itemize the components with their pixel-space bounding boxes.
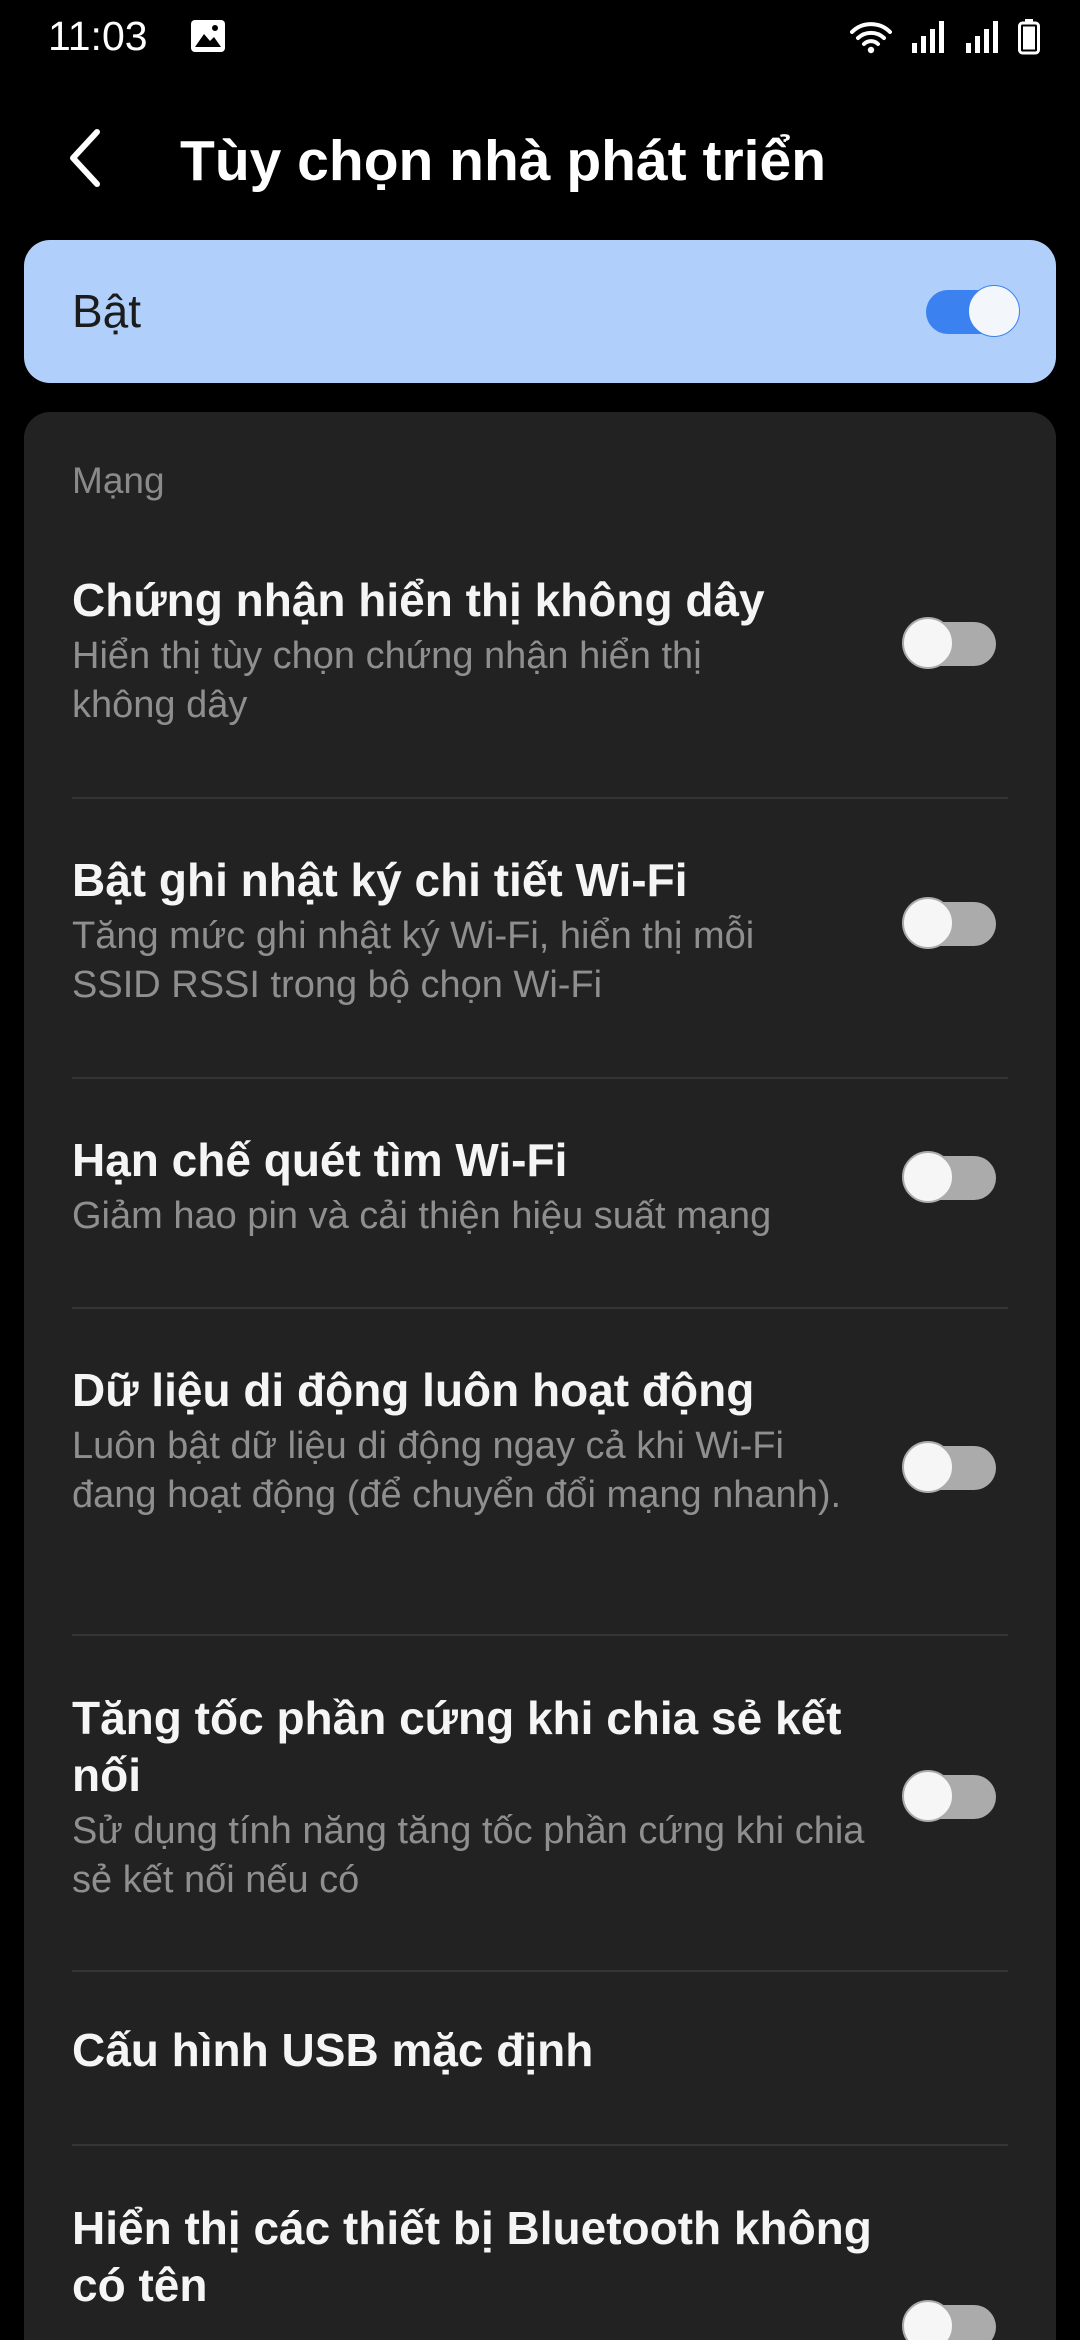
list-item[interactable]: Bật ghi nhật ký chi tiết Wi-Fi Tăng mức …: [24, 852, 1056, 1072]
master-switch-row[interactable]: Bật: [24, 240, 1056, 383]
chevron-left-icon: [65, 128, 105, 193]
item-title: Cấu hình USB mặc định: [72, 2024, 594, 2076]
divider: [72, 1307, 1008, 1309]
list-item[interactable]: Hạn chế quét tìm Wi-Fi Giảm hao pin và c…: [24, 1132, 1056, 1302]
signal-icon: [910, 19, 946, 55]
divider: [72, 1077, 1008, 1079]
master-switch-label: Bật: [72, 285, 142, 337]
page-title: Tùy chọn nhà phát triển: [180, 129, 827, 193]
list-item[interactable]: Hiển thị các thiết bị Bluetooth không có…: [24, 2200, 1056, 2340]
item-title: Hiển thị các thiết bị Bluetooth không có…: [72, 2202, 872, 2311]
item-summary: Giảm hao pin và cải thiện hiệu suất mạng: [72, 1195, 772, 1237]
settings-list: Mạng Chứng nhận hiển thị không dây Hiển …: [24, 412, 1056, 2340]
item-summary: Hiển thị tùy chọn chứng nhận hiển thị kh…: [72, 635, 702, 726]
section-header: Mạng: [72, 460, 165, 501]
divider: [72, 2144, 1008, 2146]
item-title: Hạn chế quét tìm Wi-Fi: [72, 1134, 568, 1186]
list-item[interactable]: Cấu hình USB mặc định: [24, 2022, 1056, 2122]
item-summary: Tăng mức ghi nhật ký Wi-Fi, hiển thị mỗi…: [72, 915, 755, 1006]
wifi-icon: [850, 20, 892, 54]
toggle-switch[interactable]: [902, 1441, 998, 1495]
item-summary: Luôn bật dữ liệu di động ngay cả khi Wi-…: [72, 1425, 842, 1516]
item-title: Chứng nhận hiển thị không dây: [72, 574, 765, 626]
divider: [72, 797, 1008, 799]
toggle-switch[interactable]: [902, 617, 998, 671]
list-item[interactable]: Chứng nhận hiển thị không dây Hiển thị t…: [24, 572, 1056, 802]
toggle-switch[interactable]: [902, 897, 998, 951]
status-time: 11:03: [48, 13, 148, 59]
gallery-icon: [190, 19, 226, 53]
signal-icon: [964, 19, 1000, 55]
item-title: Tăng tốc phần cứng khi chia sẻ kết nối: [72, 1692, 842, 1801]
list-item[interactable]: Dữ liệu di động luôn hoạt động Luôn bật …: [24, 1362, 1056, 1642]
toggle-switch[interactable]: [902, 1770, 998, 1824]
master-toggle-switch[interactable]: [924, 285, 1020, 339]
list-item[interactable]: Tăng tốc phần cứng khi chia sẻ kết nối S…: [24, 1690, 1056, 1930]
divider: [72, 1970, 1008, 1972]
battery-icon: [1018, 19, 1040, 55]
item-summary: Sử dụng tính năng tăng tốc phần cứng khi…: [72, 1810, 865, 1901]
app-bar: Tùy chọn nhà phát triển: [0, 110, 1080, 210]
back-button[interactable]: [50, 125, 120, 195]
status-icons: [850, 14, 1040, 60]
item-title: Bật ghi nhật ký chi tiết Wi-Fi: [72, 854, 688, 906]
divider: [72, 1634, 1008, 1636]
status-bar: 11:03: [0, 0, 1080, 75]
item-title: Dữ liệu di động luôn hoạt động: [72, 1364, 755, 1416]
toggle-switch[interactable]: [902, 1151, 998, 1205]
developer-options-screen: 11:03 Tùy chọn nhà phát triển Bật Mạng C…: [0, 0, 1080, 2340]
toggle-switch[interactable]: [902, 2300, 998, 2340]
